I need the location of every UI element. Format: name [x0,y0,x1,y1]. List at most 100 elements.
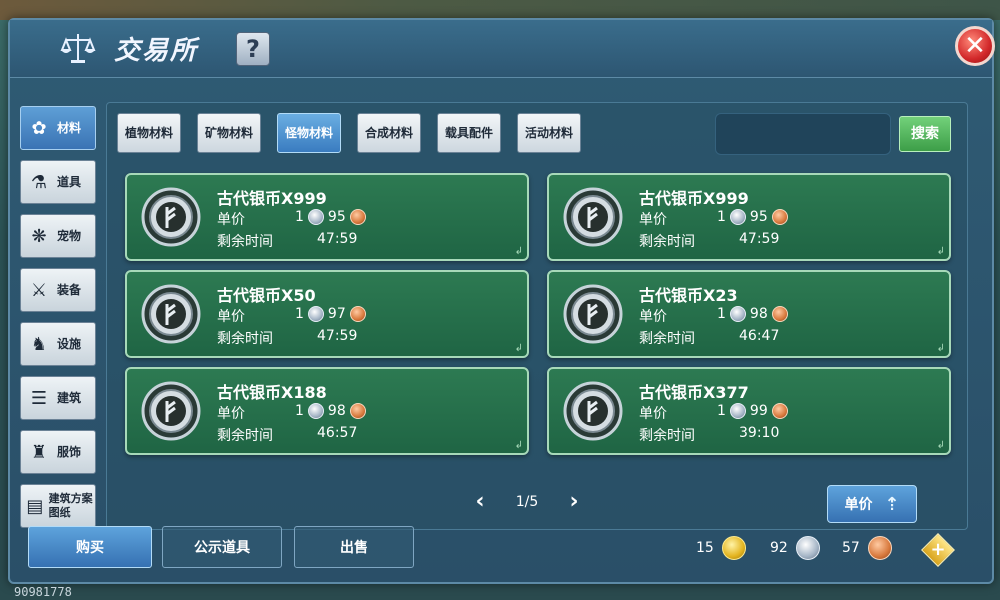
listing-card[interactable]: 古代银币X999 单价 1 95 剩余时间 47:59 ↲ [125,173,529,261]
time-label: 剩余时间 [217,331,273,347]
corner-arrow-icon: ↲ [514,246,523,257]
listing-panel: 植物材料 矿物材料 怪物材料 合成材料 载具配件 活动材料 搜索 古代银币X999 单价 1 9… [106,102,968,530]
bottom-bar: 购买 公示道具 出售 15 92 57 + [10,526,992,582]
time-remaining: 47:59 [317,231,358,247]
sidebar-item-4[interactable]: ♞ 设施 [20,322,96,366]
search-input[interactable] [715,113,891,155]
gold-coin-icon [721,536,746,560]
sidebar-item-label: 设施 [57,337,82,351]
corner-arrow-icon: ↲ [514,343,523,354]
silver-coin-icon [307,403,324,419]
price-copper: 98 [749,306,768,322]
help-button[interactable]: ? [236,32,270,66]
time-remaining: 39:10 [739,425,780,441]
silver-coin-icon [307,209,324,225]
sidebar-item-label: 建筑 [57,391,82,405]
time-remaining: 47:59 [317,328,358,344]
sort-by-price-button[interactable]: 单价 ⇡ [827,485,917,523]
unit-price: 1 97 [295,306,370,322]
subcategory-tabs: 植物材料 矿物材料 怪物材料 合成材料 载具配件 活动材料 [117,113,597,153]
price-copper: 98 [327,403,346,419]
exchange-window: 交易所 ? ✕ ✿ 材料 ⚗ 道具 ❋ 宠物 ⚔ 装备 ♞ 设施 ☰ 建筑 ♜ 服饰 ▤ 建筑方案图纸 植物材… [8,18,995,584]
unit-price: 1 95 [717,209,792,225]
listing-card[interactable]: 古代银币X188 单价 1 98 剩余时间 46:57 ↲ [125,367,529,455]
sidebar-item-5[interactable]: ☰ 建筑 [20,376,96,420]
listing-card[interactable]: 古代银币X23 单价 1 98 剩余时间 46:47 ↲ [547,270,951,358]
tab-2[interactable]: 怪物材料 [277,113,341,153]
tab-0[interactable]: 植物材料 [117,113,181,153]
listing-card[interactable]: 古代银币X377 单价 1 99 剩余时间 39:10 ↲ [547,367,951,455]
ancient-silver-coin-icon [141,381,201,441]
price-label: 单价 [217,309,245,325]
sidebar-item-6[interactable]: ♜ 服饰 [20,430,96,474]
price-silver: 1 [717,403,726,419]
silver-coin-icon [729,306,746,322]
category-sidebar: ✿ 材料 ⚗ 道具 ❋ 宠物 ⚔ 装备 ♞ 设施 ☰ 建筑 ♜ 服饰 ▤ 建筑方案图纸 [20,106,98,538]
ancient-silver-coin-icon [141,187,201,247]
price-copper: 95 [327,209,346,225]
sell-button[interactable]: 出售 [294,526,414,568]
price-label: 单价 [217,406,245,422]
sword-icon: ⚔ [30,279,48,301]
price-silver: 1 [295,209,304,225]
buy-button[interactable]: 购买 [28,526,152,568]
tab-1[interactable]: 矿物材料 [197,113,261,153]
time-label: 剩余时间 [217,428,273,444]
gold-amount: 15 [696,540,714,556]
close-button[interactable]: ✕ [955,26,995,66]
horse-icon: ♞ [30,333,48,355]
public-items-button[interactable]: 公示道具 [162,526,282,568]
unit-price: 1 95 [295,209,370,225]
sidebar-item-1[interactable]: ⚗ 道具 [20,160,96,204]
unit-price: 1 99 [717,403,792,419]
time-label: 剩余时间 [639,331,695,347]
page-title: 交易所 [114,36,199,66]
silver-coin-icon [795,536,820,560]
silver-coin-icon [729,209,746,225]
listing-card[interactable]: 古代银币X999 单价 1 95 剩余时间 47:59 ↲ [547,173,951,261]
item-name: 古代银币X50 [217,286,316,305]
item-name: 古代银币X999 [217,189,327,208]
sort-label: 单价 [844,497,873,513]
materials-icon: ✿ [31,117,47,139]
price-silver: 1 [717,209,726,225]
item-name: 古代银币X999 [639,189,749,208]
price-silver: 1 [295,403,304,419]
silver-coin-icon [729,403,746,419]
price-silver: 1 [717,306,726,322]
sort-arrow-icon: ⇡ [884,493,900,515]
plus-icon: + [930,539,946,560]
ancient-silver-coin-icon [563,284,623,344]
next-page-button[interactable]: › [559,489,589,514]
corner-arrow-icon: ↲ [936,246,945,257]
corner-arrow-icon: ↲ [936,343,945,354]
time-remaining: 46:57 [317,425,358,441]
copper-coin-icon [771,403,788,419]
copper-amount: 57 [842,540,860,556]
search-button[interactable]: 搜索 [899,116,951,152]
tab-5[interactable]: 活动材料 [517,113,581,153]
time-remaining: 47:59 [739,231,780,247]
tab-4[interactable]: 载具配件 [437,113,501,153]
pagination: ‹ 1/5 › [465,489,589,514]
sidebar-item-label: 宠物 [57,229,82,243]
ancient-silver-coin-icon [563,187,623,247]
price-label: 单价 [639,212,667,228]
page-indicator: 1/5 [515,493,539,510]
tab-3[interactable]: 合成材料 [357,113,421,153]
ancient-silver-coin-icon [141,284,201,344]
prev-page-button[interactable]: ‹ [465,489,495,514]
sidebar-item-0[interactable]: ✿ 材料 [20,106,96,150]
sidebar-item-7[interactable]: ▤ 建筑方案图纸 [20,484,96,528]
time-label: 剩余时间 [639,428,695,444]
time-label: 剩余时间 [217,234,273,250]
sidebar-item-2[interactable]: ❋ 宠物 [20,214,96,258]
listing-card[interactable]: 古代银币X50 单价 1 97 剩余时间 47:59 ↲ [125,270,529,358]
sidebar-item-label: 材料 [57,121,82,135]
blueprint-icon: ▤ [26,495,44,517]
add-currency-button[interactable]: + [921,533,955,567]
title-bar: 交易所 ? ✕ [10,20,995,78]
silver-coin-icon [307,306,324,322]
item-name: 古代银币X377 [639,383,749,402]
sidebar-item-3[interactable]: ⚔ 装备 [20,268,96,312]
